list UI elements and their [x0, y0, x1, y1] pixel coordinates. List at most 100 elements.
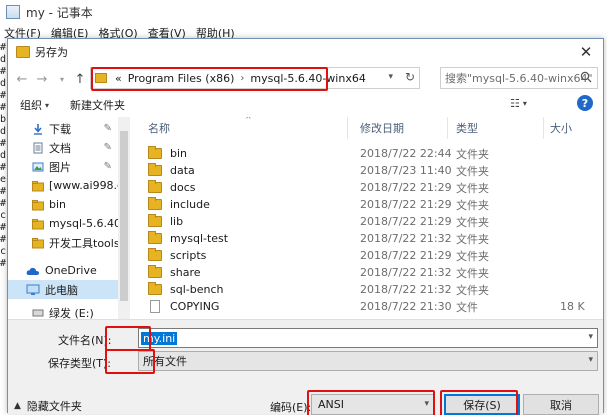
breadcrumb-overflow[interactable]: «: [115, 72, 122, 85]
arrow-up-icon: ↑: [74, 71, 86, 87]
hide-folders-button[interactable]: ▲ 隐藏文件夹: [14, 398, 82, 414]
help-button[interactable]: ?: [577, 95, 593, 111]
hide-folders-label: 隐藏文件夹: [26, 400, 82, 413]
scrollbar-thumb[interactable]: [120, 131, 128, 301]
table-row[interactable]: scripts 2018/7/22 21:29 文件夹: [142, 247, 602, 264]
file-name: share: [170, 266, 201, 279]
nav-item-onedrive[interactable]: OneDrive: [8, 261, 118, 280]
table-row[interactable]: mysql-test 2018/7/22 21:32 文件夹: [142, 230, 602, 247]
dialog-titlebar: 另存为 ✕: [8, 39, 603, 65]
file-date: 2018/7/22 21:29: [360, 249, 452, 262]
folder-icon: [148, 231, 162, 244]
search-input[interactable]: 搜索"mysql-5.6.40-winx64": [440, 67, 598, 89]
chevron-down-icon: ▾: [522, 99, 527, 108]
table-row[interactable]: include 2018/7/22 21:29 文件夹: [142, 196, 602, 213]
download-icon: [34, 123, 42, 135]
breadcrumb-separator-icon: ›: [240, 72, 245, 84]
folder-icon: [95, 73, 107, 83]
up-button[interactable]: ↑: [72, 70, 88, 88]
table-row[interactable]: data 2018/7/23 11:40 文件夹: [142, 162, 602, 179]
encoding-select[interactable]: ANSI ▾: [311, 394, 435, 415]
view-list-icon: ☷: [510, 97, 520, 110]
file-type: 文件夹: [456, 266, 489, 280]
file-name: docs: [170, 181, 196, 194]
nav-item-this-pc[interactable]: 此电脑: [8, 280, 118, 299]
nav-item-bin[interactable]: bin: [8, 195, 118, 214]
back-button[interactable]: ←: [14, 70, 30, 88]
arrow-left-icon: ←: [16, 71, 28, 87]
file-type: 文件夹: [456, 215, 489, 229]
nav-item-dev-tools[interactable]: 开发工具tools 我: [8, 233, 118, 252]
file-name: COPYING: [170, 300, 220, 313]
file-date: 2018/7/22 21:32: [360, 232, 452, 245]
new-folder-button[interactable]: 新建文件夹: [70, 97, 125, 113]
notepad-icon: [6, 5, 20, 19]
chevron-down-icon[interactable]: ▾: [588, 332, 593, 342]
file-name: include: [170, 198, 210, 211]
refresh-icon[interactable]: ↻: [405, 70, 415, 84]
column-header-name[interactable]: 名称: [142, 117, 348, 139]
view-options-button[interactable]: ☷ ▾: [510, 97, 527, 110]
pin-icon[interactable]: ✎: [104, 161, 112, 172]
file-type: 文件: [456, 300, 478, 314]
filename-input[interactable]: my.ini ▾: [138, 328, 598, 348]
address-dropdown-icon[interactable]: ▾: [388, 72, 393, 82]
folder-icon: [148, 180, 162, 193]
file-type: 文件夹: [456, 181, 489, 195]
chevron-up-icon: ▲: [14, 401, 21, 411]
close-button[interactable]: ✕: [573, 41, 599, 63]
organize-label: 组织: [20, 99, 42, 112]
nav-item-downloads[interactable]: 下载 ✎: [8, 119, 118, 138]
nav-item-pictures[interactable]: 图片 ✎: [8, 157, 118, 176]
folder-icon: [148, 197, 162, 210]
nav-item-documents[interactable]: 文档 ✎: [8, 138, 118, 157]
nav-item-ai998[interactable]: [www.ai998.cn]: [8, 176, 118, 195]
forward-button[interactable]: →: [34, 70, 50, 88]
recent-locations-button[interactable]: ▾: [54, 70, 70, 88]
file-icon: [150, 300, 160, 313]
table-row[interactable]: bin 2018/7/22 22:44 文件夹: [142, 145, 602, 162]
file-name: bin: [170, 147, 188, 160]
pin-icon[interactable]: ✎: [104, 142, 112, 153]
folder-icon: [32, 199, 44, 210]
file-date: 2018/7/22 21:29: [360, 198, 452, 211]
pin-icon[interactable]: ✎: [104, 123, 112, 134]
folder-icon: [32, 218, 44, 229]
save-as-dialog: 另存为 ✕ ← → ▾ ↑ « Program Files (x86) › my…: [7, 38, 604, 415]
column-header-label: 修改日期: [360, 122, 404, 135]
column-header-type[interactable]: 类型: [450, 117, 544, 139]
file-type: 文件夹: [456, 232, 489, 246]
table-row[interactable]: lib 2018/7/22 21:29 文件夹: [142, 213, 602, 230]
column-header-label: 类型: [456, 122, 478, 135]
file-date: 2018/7/22 21:30: [360, 300, 452, 313]
save-button[interactable]: 保存(S): [444, 394, 520, 415]
column-header-size[interactable]: 大小: [544, 117, 603, 139]
table-row[interactable]: sql-bench 2018/7/22 21:32 文件夹: [142, 281, 602, 298]
nav-item-label: bin: [49, 198, 67, 211]
breadcrumb-mysql[interactable]: mysql-5.6.40-winx64: [250, 72, 365, 85]
address-bar[interactable]: « Program Files (x86) › mysql-5.6.40-win…: [90, 67, 420, 91]
folder-icon: [148, 282, 162, 295]
nav-item-label: 图片: [49, 160, 71, 174]
notepad-titlebar: my - 记事本: [0, 0, 607, 24]
cloud-icon: [26, 267, 40, 275]
filetype-select[interactable]: 所有文件 ▾: [138, 351, 598, 371]
file-type: 文件夹: [456, 164, 489, 178]
file-type: 文件夹: [456, 147, 489, 161]
nav-item-label: 下载: [49, 122, 71, 136]
table-row[interactable]: share 2018/7/22 21:32 文件夹: [142, 264, 602, 281]
navigation-pane-scrollbar[interactable]: [118, 117, 130, 323]
file-type: 文件夹: [456, 198, 489, 212]
folder-icon: [32, 180, 44, 191]
breadcrumb-program-files[interactable]: Program Files (x86): [128, 72, 235, 85]
table-row[interactable]: COPYING 2018/7/22 21:30 文件 18 K: [142, 298, 602, 315]
folder-icon: [148, 265, 162, 278]
organize-button[interactable]: 组织 ▾: [20, 97, 49, 113]
nav-item-mysql[interactable]: mysql-5.6.40-w: [8, 214, 118, 233]
cancel-button[interactable]: 取消: [523, 394, 599, 415]
file-type: 文件夹: [456, 249, 489, 263]
file-list: ^ 名称 修改日期 类型 大小 bin 2018/7/22 22:44 文件夹 dat…: [132, 117, 603, 323]
drive-icon: [32, 309, 44, 316]
column-header-date[interactable]: 修改日期: [354, 117, 448, 139]
table-row[interactable]: docs 2018/7/22 21:29 文件夹: [142, 179, 602, 196]
